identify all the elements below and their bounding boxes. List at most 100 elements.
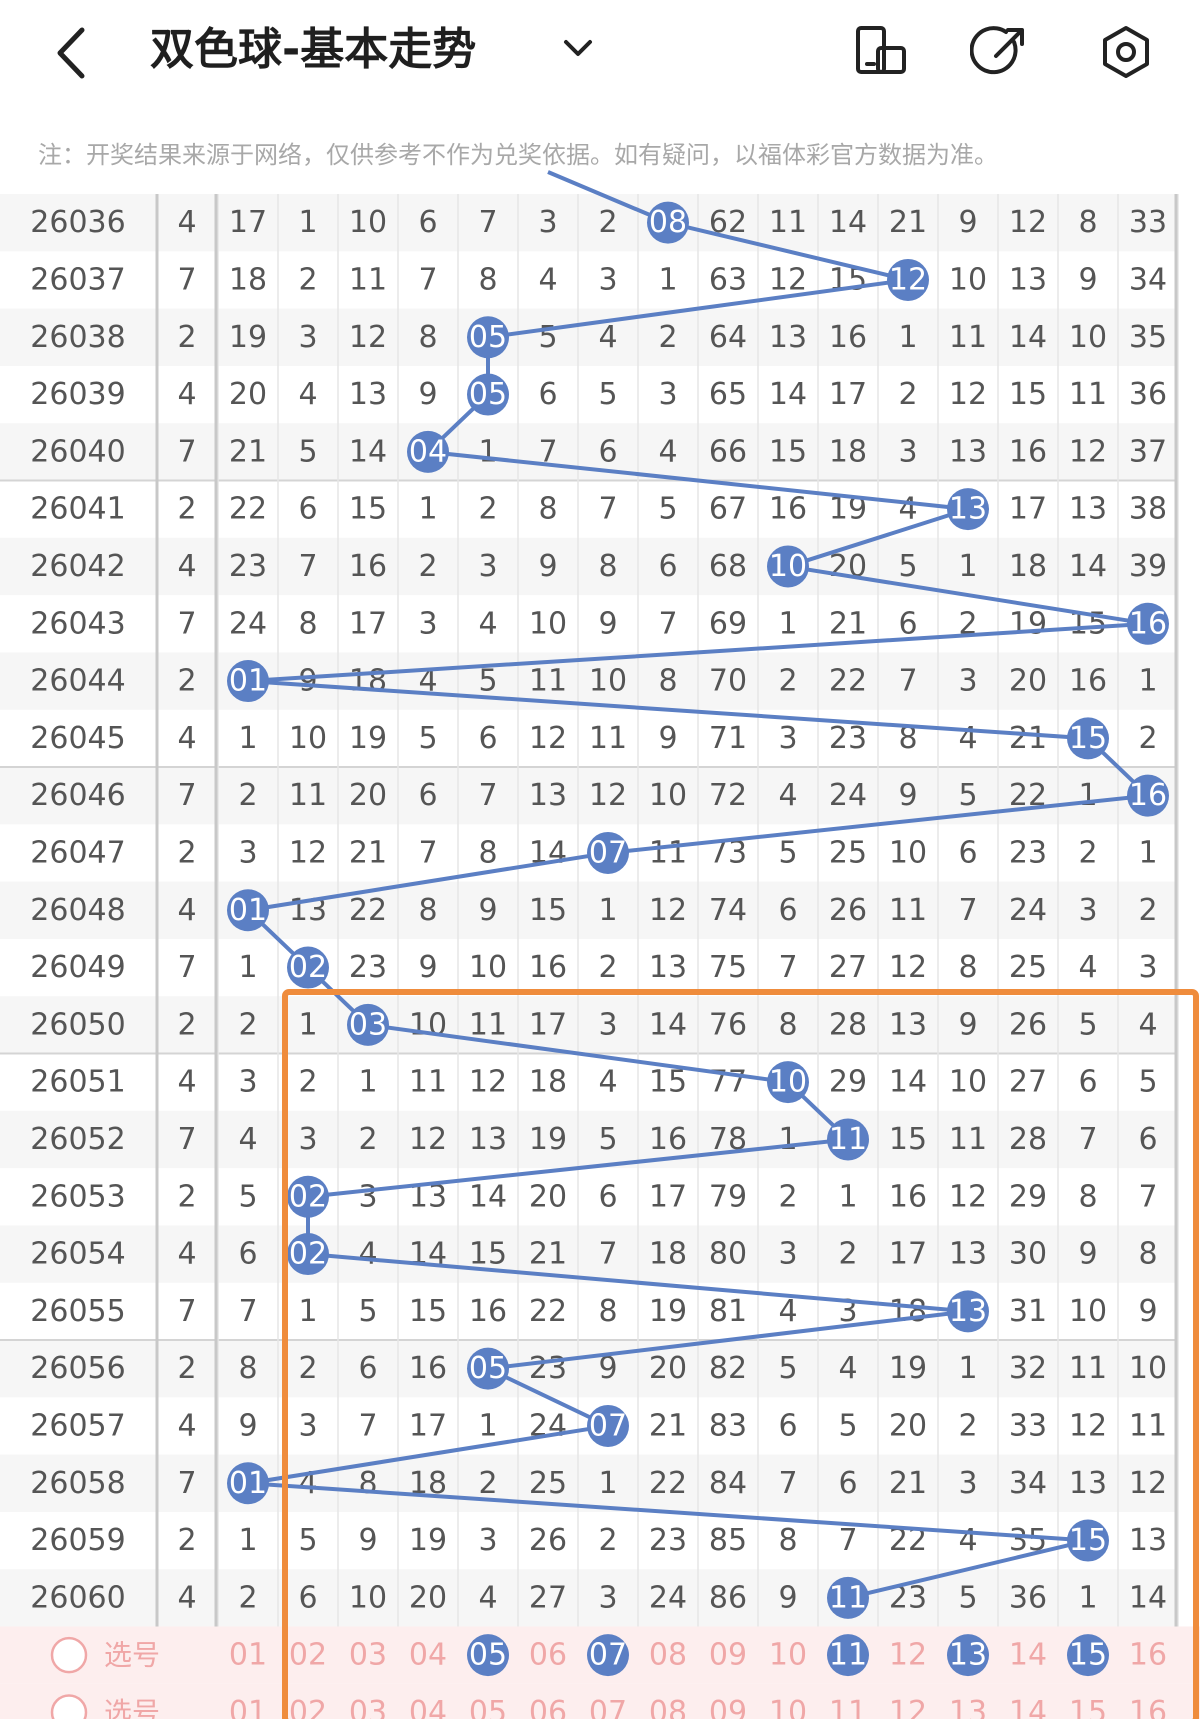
omission-cell: 24	[1009, 893, 1047, 928]
selectable-number[interactable]: 08	[649, 1695, 687, 1719]
omission-cell: 14	[1069, 549, 1107, 584]
selectable-number[interactable]: 13	[949, 1695, 987, 1719]
omission-cell: 82	[709, 1351, 747, 1386]
omission-cell: 21	[829, 606, 867, 641]
selectable-number[interactable]: 02	[289, 1695, 327, 1719]
omission-cell: 1	[598, 893, 617, 928]
omission-cell: 11	[469, 1007, 507, 1042]
selectable-number[interactable]: 16	[1129, 1638, 1167, 1673]
select-radio[interactable]	[50, 1694, 88, 1719]
omission-cell: 22	[349, 893, 387, 928]
selectable-number[interactable]: 14	[1009, 1638, 1047, 1673]
winning-ball-number: 07	[589, 1408, 627, 1443]
omission-cell: 23	[649, 1523, 687, 1558]
omission-cell: 1	[1078, 778, 1097, 813]
issue-number: 26041	[30, 492, 125, 527]
omission-cell: 20	[409, 1580, 447, 1615]
omission-cell: 33	[1129, 205, 1167, 240]
selectable-number[interactable]: 06	[529, 1695, 567, 1719]
omission-cell: 7	[598, 1237, 617, 1272]
omission-cell: 20	[649, 1351, 687, 1386]
winning-ball-number: 05	[469, 320, 507, 355]
omission-cell: 5	[778, 1351, 797, 1386]
omission-cell: 3	[1138, 950, 1157, 985]
winning-ball-number: 05	[469, 1351, 507, 1386]
omission-cell: 4	[838, 1351, 857, 1386]
selectable-number[interactable]: 12	[889, 1695, 927, 1719]
omission-cell: 35	[1129, 320, 1167, 355]
selector-label: 选号	[104, 1696, 160, 1719]
remainder-cell: 7	[177, 606, 196, 641]
omission-cell: 2	[298, 262, 317, 297]
omission-cell: 1	[598, 1466, 617, 1501]
selectable-number[interactable]: 04	[409, 1638, 447, 1673]
selectable-number[interactable]: 09	[709, 1695, 747, 1719]
omission-cell: 20	[889, 1408, 927, 1443]
omission-cell: 71	[709, 721, 747, 756]
issue-number: 26036	[30, 205, 125, 240]
omission-cell: 12	[949, 377, 987, 412]
omission-cell: 4	[898, 492, 917, 527]
omission-cell: 22	[829, 664, 867, 699]
omission-cell: 1	[1078, 1580, 1097, 1615]
omission-cell: 3	[658, 377, 677, 412]
omission-cell: 1	[238, 950, 257, 985]
selected-number[interactable]: 15	[1069, 1638, 1107, 1673]
issue-number: 26045	[30, 721, 125, 756]
omission-cell: 33	[1009, 1408, 1047, 1443]
issue-number: 26054	[30, 1237, 125, 1272]
omission-cell: 1	[298, 1007, 317, 1042]
omission-cell: 18	[229, 262, 267, 297]
selectable-number[interactable]: 10	[769, 1695, 807, 1719]
selectable-number[interactable]: 03	[349, 1638, 387, 1673]
omission-cell: 3	[238, 835, 257, 870]
omission-cell: 34	[1129, 262, 1167, 297]
omission-cell: 17	[829, 377, 867, 412]
selectable-number[interactable]: 09	[709, 1638, 747, 1673]
omission-cell: 11	[349, 262, 387, 297]
remainder-cell: 7	[177, 1122, 196, 1157]
remainder-cell: 2	[177, 835, 196, 870]
omission-cell: 12	[469, 1065, 507, 1100]
trend-grid[interactable]: 26036 4 17 1 10 6 7 3 2 62 11 14 21 9 12 8 3326037 7 18 2 11…	[0, 0, 1200, 1719]
omission-cell: 20	[349, 778, 387, 813]
selectable-number[interactable]: 15	[1069, 1695, 1107, 1719]
select-radio[interactable]	[50, 1636, 88, 1674]
selectable-number[interactable]: 05	[469, 1695, 507, 1719]
omission-cell: 4	[358, 1237, 377, 1272]
selected-number[interactable]: 07	[589, 1638, 627, 1673]
omission-cell: 5	[1138, 1065, 1157, 1100]
selected-number[interactable]: 13	[949, 1638, 987, 1673]
remainder-cell: 4	[177, 549, 196, 584]
omission-cell: 16	[529, 950, 567, 985]
omission-cell: 3	[538, 205, 557, 240]
omission-cell: 19	[409, 1523, 447, 1558]
selectable-number[interactable]: 08	[649, 1638, 687, 1673]
selectable-number[interactable]: 16	[1129, 1695, 1167, 1719]
selectable-number[interactable]: 02	[289, 1638, 327, 1673]
selectable-number[interactable]: 06	[529, 1638, 567, 1673]
omission-cell: 76	[709, 1007, 747, 1042]
winning-ball-number: 02	[289, 1179, 327, 1214]
selectable-number[interactable]: 03	[349, 1695, 387, 1719]
omission-cell: 13	[949, 434, 987, 469]
omission-cell: 14	[889, 1065, 927, 1100]
omission-cell: 11	[409, 1065, 447, 1100]
selectable-number[interactable]: 14	[1009, 1695, 1047, 1719]
selectable-number[interactable]: 11	[829, 1695, 867, 1719]
omission-cell: 5	[538, 320, 557, 355]
selectable-number[interactable]: 07	[589, 1695, 627, 1719]
selectable-number[interactable]: 04	[409, 1695, 447, 1719]
selected-number[interactable]: 05	[469, 1638, 507, 1673]
omission-cell: 13	[649, 950, 687, 985]
selected-number[interactable]: 11	[829, 1638, 867, 1673]
winning-ball-number: 02	[289, 1237, 327, 1272]
selectable-number[interactable]: 01	[229, 1695, 267, 1719]
omission-cell: 10	[949, 262, 987, 297]
selectable-number[interactable]: 01	[229, 1638, 267, 1673]
omission-cell: 2	[238, 1007, 257, 1042]
selectable-number[interactable]: 12	[889, 1638, 927, 1673]
remainder-cell: 2	[177, 1351, 196, 1386]
selectable-number[interactable]: 10	[769, 1638, 807, 1673]
omission-cell: 14	[829, 205, 867, 240]
